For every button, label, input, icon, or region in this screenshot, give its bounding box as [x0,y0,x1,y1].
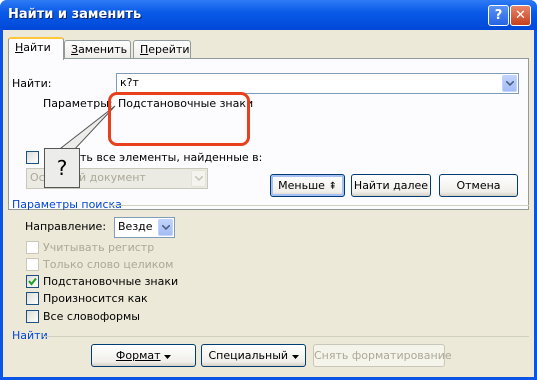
dialog-title: Найти и заменить [8,7,142,22]
highlight-annotation [108,92,250,146]
close-icon: ✕ [515,8,526,23]
find-replace-dialog: Найти и заменить ? ✕ Найти Заменить Пере… [0,0,537,380]
title-bar[interactable]: Найти и заменить ? ✕ [0,0,537,30]
callout-question-icon: ? [44,148,80,188]
close-button[interactable]: ✕ [510,5,531,26]
dialog-body: Найти Заменить Перейти Найти: к?т Параме… [3,30,534,377]
help-button[interactable]: ? [488,5,509,26]
help-icon: ? [494,8,503,23]
callout-tail [59,105,116,152]
